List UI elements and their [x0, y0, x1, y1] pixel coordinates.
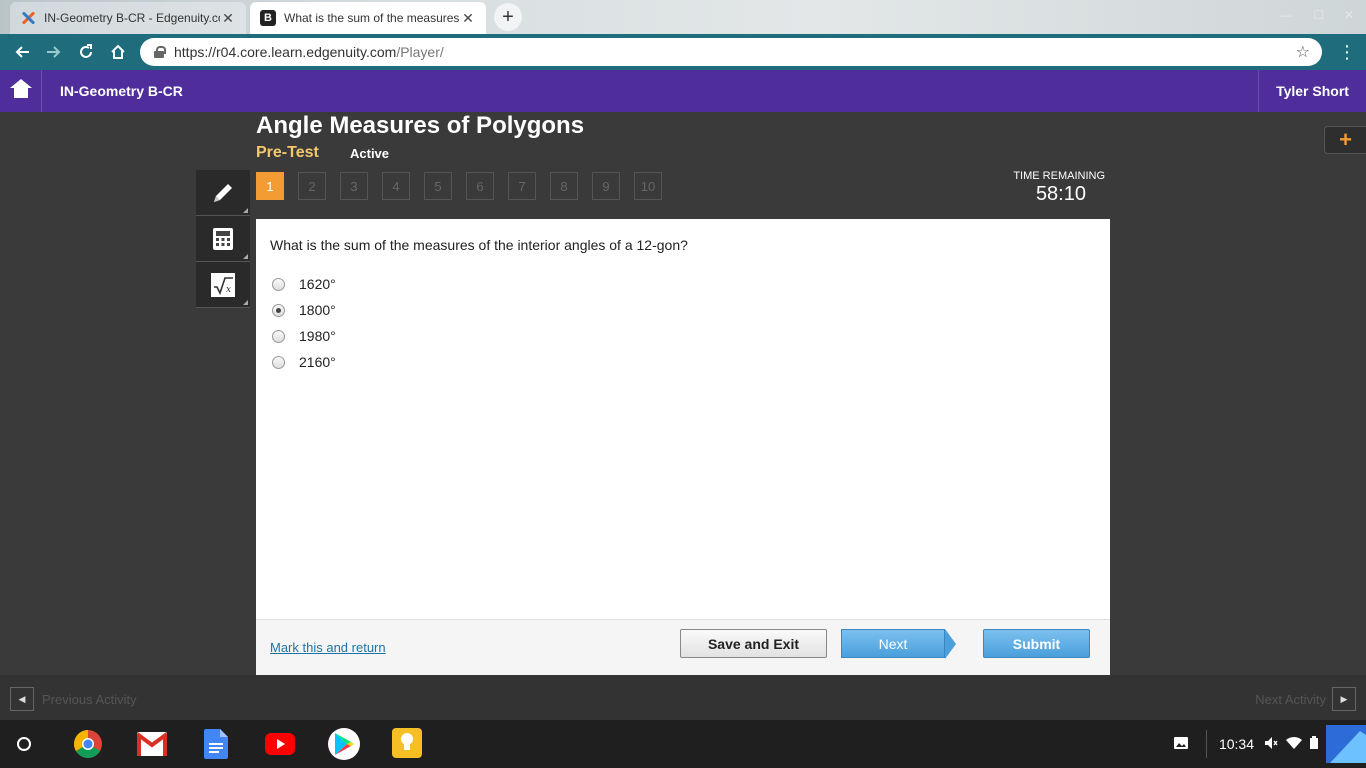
next-activity-arrow-icon[interactable]: ▶ [1332, 687, 1356, 711]
answer-option[interactable]: 1800° [272, 297, 336, 323]
save-and-exit-button[interactable]: Save and Exit [680, 629, 827, 658]
play-store-app-icon[interactable] [328, 728, 360, 760]
maximize-icon[interactable]: ☐ [1313, 8, 1324, 22]
battery-icon [1310, 736, 1318, 752]
course-title: IN-Geometry B-CR [60, 83, 183, 99]
question-number-7[interactable]: 7 [508, 172, 536, 200]
docs-app-icon[interactable] [200, 728, 232, 760]
lesson-title: Angle Measures of Polygons [256, 112, 585, 139]
question-number-6[interactable]: 6 [466, 172, 494, 200]
wifi-icon [1286, 736, 1302, 752]
system-tray[interactable]: 10:34 [1173, 720, 1366, 768]
pencil-icon [214, 183, 232, 202]
square-root-icon: x [211, 272, 235, 297]
calculator-tool-button[interactable] [196, 216, 250, 262]
question-footer: Mark this and return Save and Exit Next … [256, 619, 1110, 675]
next-arrow-icon[interactable] [945, 629, 956, 659]
new-tab-button[interactable]: + [494, 3, 522, 31]
gmail-app-icon[interactable] [136, 728, 168, 760]
browser-tabstrip: IN-Geometry B-CR - Edgenuity.com ✕ B Wha… [0, 0, 1366, 34]
browser-tab-brainly[interactable]: B What is the sum of the measures ✕ [250, 2, 486, 34]
answer-label: 1620° [299, 276, 336, 292]
player-stage: Angle Measures of Polygons Pre-Test Acti… [0, 112, 1366, 720]
question-number-3[interactable]: 3 [340, 172, 368, 200]
question-number-1[interactable]: 1 [256, 172, 284, 200]
question-navigation: 1 2 3 4 5 6 7 8 9 10 [256, 172, 662, 200]
url-path: /Player/ [396, 44, 444, 60]
activity-navigation: ◀ Previous Activity Next Activity ▶ [0, 675, 1366, 720]
radio-button-selected[interactable] [272, 303, 285, 317]
user-avatar[interactable] [1326, 725, 1366, 763]
timer-value: 58:10 [1035, 183, 1086, 205]
timer-label: TIME REMAINING [1013, 170, 1105, 182]
course-home-button[interactable] [0, 70, 42, 112]
previous-activity-link[interactable]: Previous Activity [42, 692, 137, 707]
answer-label: 1800° [299, 302, 336, 318]
edgenuity-icon [20, 10, 36, 26]
bookmark-star-icon[interactable]: ☆ [1296, 42, 1310, 62]
muted-speaker-icon [1264, 736, 1278, 753]
screenshot-icon[interactable] [1173, 736, 1188, 752]
mark-and-return-link[interactable]: Mark this and return [270, 640, 386, 655]
next-button[interactable]: Next [841, 629, 945, 658]
tray-divider [1205, 730, 1207, 758]
activity-status: Active [350, 146, 390, 161]
url-host: https://r04.core.learn.edgenuity.com [174, 44, 397, 60]
brainly-icon: B [260, 10, 276, 26]
tab-title: What is the sum of the measures [284, 11, 460, 25]
question-number-9[interactable]: 9 [592, 172, 620, 200]
os-shelf: 10:34 [0, 720, 1366, 768]
reload-icon[interactable] [70, 36, 102, 68]
svg-text:x: x [226, 285, 231, 295]
formula-tool-button[interactable]: x [196, 262, 250, 308]
answer-label: 1980° [299, 328, 336, 344]
browser-toolbar: https://r04.core.learn.edgenuity.com/Pla… [0, 34, 1366, 70]
radio-button[interactable] [272, 329, 285, 343]
question-card: What is the sum of the measures of the i… [256, 219, 1110, 619]
keep-app-icon[interactable] [392, 728, 422, 758]
back-arrow-icon[interactable] [6, 36, 38, 68]
home-icon [9, 79, 32, 99]
question-number-5[interactable]: 5 [424, 172, 452, 200]
lock-icon [154, 46, 166, 58]
radio-button[interactable] [272, 355, 285, 369]
close-icon[interactable]: ✕ [460, 10, 476, 27]
answer-option[interactable]: 2160° [272, 349, 336, 375]
question-prompt: What is the sum of the measures of the i… [270, 237, 688, 253]
course-header: IN-Geometry B-CR Tyler Short [0, 70, 1366, 112]
submit-button[interactable]: Submit [983, 629, 1090, 658]
youtube-app-icon[interactable] [264, 728, 296, 760]
forward-arrow-icon[interactable] [38, 36, 70, 68]
next-activity-link[interactable]: Next Activity [1255, 692, 1326, 707]
minimize-icon[interactable]: — [1280, 8, 1292, 22]
browser-tab-edgenuity[interactable]: IN-Geometry B-CR - Edgenuity.com ✕ [10, 2, 246, 34]
tab-title: IN-Geometry B-CR - Edgenuity.com [44, 11, 220, 25]
browser-menu-icon[interactable]: ⋮ [1338, 42, 1356, 63]
window-close-icon[interactable]: ✕ [1344, 8, 1354, 22]
pencil-tool-button[interactable] [196, 170, 250, 216]
clock-text: 10:34 [1218, 736, 1254, 752]
question-number-8[interactable]: 8 [550, 172, 578, 200]
question-number-2[interactable]: 2 [298, 172, 326, 200]
launcher-icon[interactable] [17, 737, 31, 751]
answer-option[interactable]: 1620° [272, 271, 336, 297]
close-icon[interactable]: ✕ [220, 10, 236, 27]
answer-option[interactable]: 1980° [272, 323, 336, 349]
user-name[interactable]: Tyler Short [1258, 70, 1366, 112]
answer-label: 2160° [299, 354, 336, 370]
tools-panel: x [196, 170, 250, 308]
question-number-4[interactable]: 4 [382, 172, 410, 200]
plus-icon[interactable]: + [1324, 126, 1366, 154]
previous-activity-arrow-icon[interactable]: ◀ [10, 687, 34, 711]
chrome-app-icon[interactable] [72, 728, 104, 760]
answer-options: 1620° 1800° 1980° 2160° [272, 271, 336, 375]
home-icon[interactable] [102, 36, 134, 68]
radio-button[interactable] [272, 277, 285, 291]
activity-type: Pre-Test [256, 144, 319, 161]
address-bar[interactable]: https://r04.core.learn.edgenuity.com/Pla… [140, 38, 1322, 66]
calculator-icon [213, 227, 233, 250]
question-number-10[interactable]: 10 [634, 172, 662, 200]
